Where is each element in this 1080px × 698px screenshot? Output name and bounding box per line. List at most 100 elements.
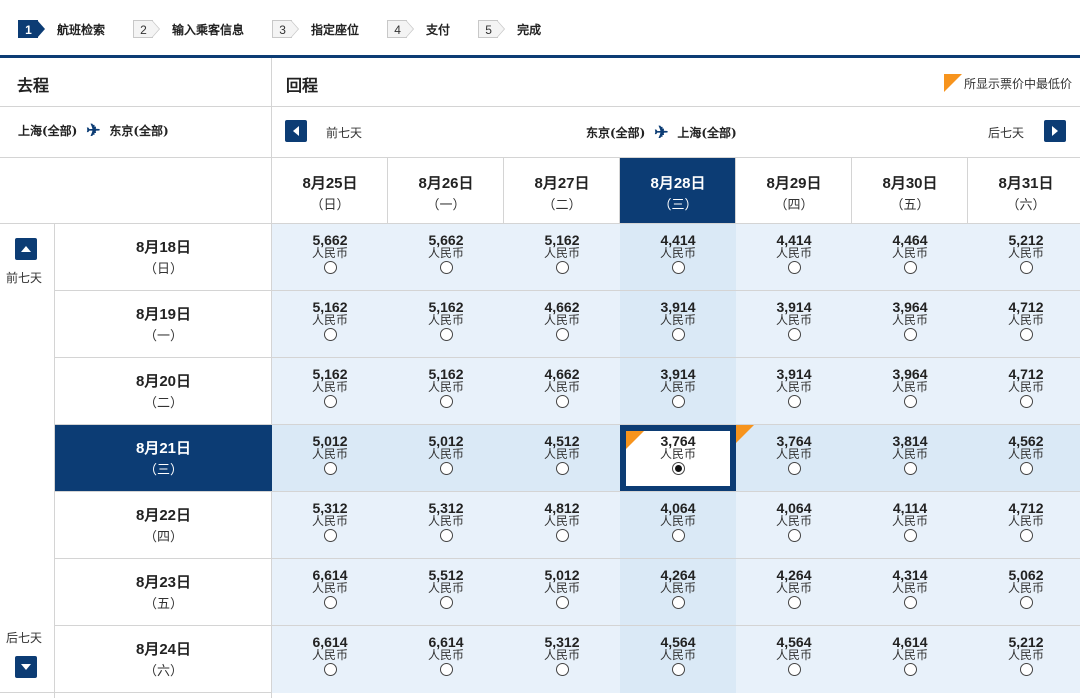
fare-cell[interactable]: 4,562 人民币 — [968, 425, 1080, 492]
fare-radio[interactable] — [323, 462, 337, 475]
fare-radio[interactable] — [787, 462, 801, 475]
fare-radio[interactable] — [1019, 261, 1033, 274]
fare-radio[interactable] — [903, 529, 917, 542]
fare-cell[interactable]: 5,312 人民币 — [388, 492, 504, 559]
fare-cell[interactable]: 4,564 人民币 — [620, 626, 736, 693]
fare-cell[interactable]: 4,662 人民币 — [504, 291, 620, 358]
fare-radio[interactable] — [787, 261, 801, 274]
fare-radio[interactable] — [439, 663, 453, 676]
fare-radio[interactable] — [1019, 529, 1033, 542]
fare-radio[interactable] — [903, 596, 917, 609]
return-date-header[interactable]: 8月30日 （五） — [852, 158, 968, 223]
fare-radio[interactable] — [439, 596, 453, 609]
fare-cell[interactable]: 3,914 人民币 — [620, 358, 736, 425]
fare-cell[interactable]: 4,114 人民币 — [852, 492, 968, 559]
outbound-date-header[interactable]: 8月18日 （日） — [55, 224, 272, 291]
fare-cell[interactable]: 4,712 人民币 — [968, 291, 1080, 358]
fare-cell[interactable]: 5,162 人民币 — [272, 358, 388, 425]
fare-cell[interactable]: 5,312 人民币 — [504, 626, 620, 693]
return-prev-week-button[interactable] — [285, 120, 307, 142]
fare-radio[interactable] — [323, 395, 337, 408]
fare-radio[interactable] — [671, 328, 685, 341]
fare-radio[interactable] — [787, 663, 801, 676]
fare-cell[interactable]: 5,012 人民币 — [272, 425, 388, 492]
fare-cell[interactable]: 5,162 人民币 — [504, 224, 620, 291]
fare-radio[interactable] — [555, 596, 569, 609]
fare-radio[interactable] — [671, 663, 685, 676]
fare-radio[interactable] — [439, 261, 453, 274]
fare-cell[interactable]: 4,464 人民币 — [852, 224, 968, 291]
fare-cell[interactable]: 5,162 人民币 — [388, 291, 504, 358]
fare-radio[interactable] — [323, 261, 337, 274]
fare-radio[interactable] — [439, 462, 453, 475]
outbound-date-header[interactable]: 8月22日 （四） — [55, 492, 272, 559]
fare-radio[interactable] — [1019, 462, 1033, 475]
fare-radio[interactable] — [439, 529, 453, 542]
fare-radio[interactable] — [439, 328, 453, 341]
return-date-header[interactable]: 8月27日 （二） — [504, 158, 620, 223]
outbound-prev-week-label[interactable]: 前七天 — [6, 269, 42, 286]
fare-radio[interactable] — [787, 596, 801, 609]
fare-radio[interactable] — [787, 395, 801, 408]
fare-cell[interactable]: 5,162 人民币 — [272, 291, 388, 358]
fare-radio[interactable] — [903, 328, 917, 341]
fare-cell[interactable]: 3,964 人民币 — [852, 358, 968, 425]
fare-radio[interactable] — [1019, 328, 1033, 341]
fare-cell[interactable]: 3,964 人民币 — [852, 291, 968, 358]
outbound-date-header[interactable]: 8月19日 （一） — [55, 291, 272, 358]
fare-radio[interactable] — [439, 395, 453, 408]
outbound-date-header[interactable]: 8月23日 （五） — [55, 559, 272, 626]
fare-radio[interactable] — [323, 529, 337, 542]
fare-cell[interactable]: 3,914 人民币 — [620, 291, 736, 358]
fare-radio[interactable] — [671, 395, 685, 408]
fare-cell[interactable]: 4,564 人民币 — [736, 626, 852, 693]
fare-radio[interactable] — [1019, 596, 1033, 609]
fare-cell[interactable]: 5,312 人民币 — [272, 492, 388, 559]
return-date-header[interactable]: 8月25日 （日） — [272, 158, 388, 223]
fare-radio[interactable] — [903, 462, 917, 475]
fare-cell[interactable]: 4,712 人民币 — [968, 358, 1080, 425]
fare-cell[interactable]: 6,614 人民币 — [272, 559, 388, 626]
fare-cell[interactable]: 4,614 人民币 — [852, 626, 968, 693]
fare-cell[interactable]: 5,662 人民币 — [272, 224, 388, 291]
fare-cell[interactable]: 6,614 人民币 — [388, 626, 504, 693]
outbound-date-header[interactable]: 8月20日 （二） — [55, 358, 272, 425]
outbound-date-header[interactable]: 8月21日 （三） — [55, 425, 272, 492]
fare-cell[interactable]: 5,062 人民币 — [968, 559, 1080, 626]
fare-radio[interactable] — [671, 529, 685, 542]
fare-cell[interactable]: 5,212 人民币 — [968, 626, 1080, 693]
fare-cell[interactable]: 4,264 人民币 — [620, 559, 736, 626]
fare-cell[interactable]: 4,064 人民币 — [736, 492, 852, 559]
return-next-week-label[interactable]: 后七天 — [988, 124, 1024, 141]
return-date-header[interactable]: 8月26日 （一） — [388, 158, 504, 223]
outbound-next-week-label[interactable]: 后七天 — [6, 629, 42, 646]
fare-radio[interactable] — [555, 663, 569, 676]
fare-cell[interactable]: 5,662 人民币 — [388, 224, 504, 291]
fare-cell[interactable]: 4,414 人民币 — [736, 224, 852, 291]
return-date-header[interactable]: 8月31日 （六） — [968, 158, 1080, 223]
fare-cell[interactable]: 5,512 人民币 — [388, 559, 504, 626]
fare-radio[interactable] — [323, 596, 337, 609]
fare-cell[interactable]: 5,012 人民币 — [388, 425, 504, 492]
fare-cell[interactable]: 5,212 人民币 — [968, 224, 1080, 291]
fare-cell[interactable]: 4,812 人民币 — [504, 492, 620, 559]
fare-radio[interactable] — [555, 529, 569, 542]
return-date-header[interactable]: 8月28日 （三） — [620, 158, 736, 223]
return-prev-week-label[interactable]: 前七天 — [326, 124, 362, 141]
fare-radio[interactable] — [323, 328, 337, 341]
fare-radio[interactable] — [787, 328, 801, 341]
fare-radio[interactable] — [555, 462, 569, 475]
outbound-next-week-button[interactable] — [15, 656, 37, 678]
fare-radio[interactable] — [1019, 395, 1033, 408]
fare-radio[interactable] — [671, 261, 685, 274]
return-date-header[interactable]: 8月29日 （四） — [736, 158, 852, 223]
fare-cell[interactable]: 4,414 人民币 — [620, 224, 736, 291]
fare-cell[interactable]: 3,914 人民币 — [736, 291, 852, 358]
fare-radio[interactable] — [903, 395, 917, 408]
fare-cell[interactable]: 5,012 人民币 — [504, 559, 620, 626]
fare-radio[interactable] — [671, 596, 685, 609]
fare-cell[interactable]: 4,512 人民币 — [504, 425, 620, 492]
fare-cell[interactable]: 3,814 人民币 — [852, 425, 968, 492]
fare-radio[interactable] — [555, 261, 569, 274]
fare-cell[interactable]: 6,614 人民币 — [272, 626, 388, 693]
